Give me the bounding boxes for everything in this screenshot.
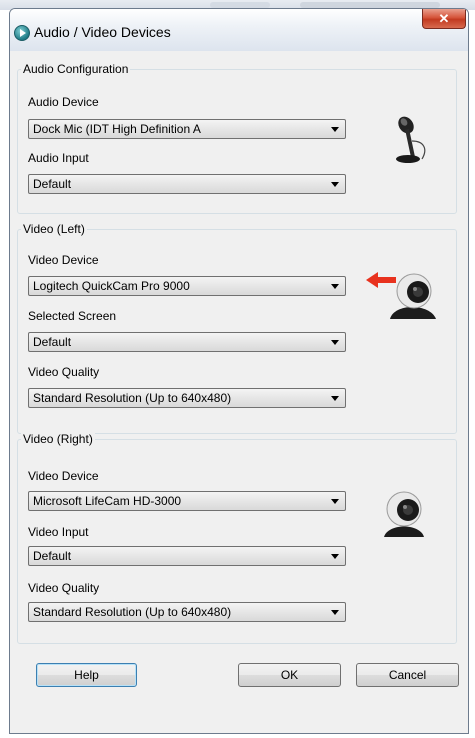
audio-device-select[interactable]: Dock Mic (IDT High Definition A xyxy=(28,119,346,139)
webcam-icon xyxy=(384,491,424,537)
audio-configuration-legend: Audio Configuration xyxy=(21,62,131,76)
selected-screen-label: Selected Screen xyxy=(28,309,117,323)
video-left-device-value: Logitech QuickCam Pro 9000 xyxy=(33,279,190,293)
audio-input-label: Audio Input xyxy=(28,151,89,165)
dropdown-arrow-icon xyxy=(331,340,339,345)
dropdown-arrow-icon xyxy=(331,610,339,615)
video-left-device-select[interactable]: Logitech QuickCam Pro 9000 xyxy=(28,276,346,296)
audio-device-label: Audio Device xyxy=(28,95,99,109)
title-bar[interactable]: Audio / Video Devices ✕ xyxy=(10,9,468,51)
help-button[interactable]: Help xyxy=(36,663,137,687)
dropdown-arrow-icon xyxy=(331,499,339,504)
microphone-icon xyxy=(396,116,426,163)
app-icon xyxy=(14,25,30,41)
window-title: Audio / Video Devices xyxy=(34,24,171,40)
video-right-quality-select[interactable]: Standard Resolution (Up to 640x480) xyxy=(28,602,346,622)
video-input-select[interactable]: Default xyxy=(28,546,346,566)
dropdown-arrow-icon xyxy=(331,182,339,187)
selected-screen-select[interactable]: Default xyxy=(28,332,346,352)
ok-button[interactable]: OK xyxy=(238,663,341,687)
audio-input-select[interactable]: Default xyxy=(28,174,346,194)
video-left-quality-value: Standard Resolution (Up to 640x480) xyxy=(33,391,232,405)
webcam-icon xyxy=(390,273,436,319)
video-left-device-label: Video Device xyxy=(28,253,99,267)
video-left-quality-label: Video Quality xyxy=(28,365,100,379)
dropdown-arrow-icon xyxy=(331,554,339,559)
dropdown-arrow-icon xyxy=(331,284,339,289)
audio-video-devices-dialog: Audio / Video Devices ✕ Audio Configurat… xyxy=(9,8,469,734)
dropdown-arrow-icon xyxy=(331,127,339,132)
selected-screen-value: Default xyxy=(33,335,72,349)
video-right-legend: Video (Right) xyxy=(21,432,95,446)
cancel-button[interactable]: Cancel xyxy=(356,663,459,687)
video-right-quality-value: Standard Resolution (Up to 640x480) xyxy=(33,605,232,619)
video-right-quality-label: Video Quality xyxy=(28,581,100,595)
video-left-quality-select[interactable]: Standard Resolution (Up to 640x480) xyxy=(28,388,346,408)
video-input-value: Default xyxy=(33,549,72,563)
audio-input-value: Default xyxy=(33,177,72,191)
dropdown-arrow-icon xyxy=(331,396,339,401)
close-button[interactable]: ✕ xyxy=(422,9,466,29)
video-right-device-value: Microsoft LifeCam HD-3000 xyxy=(33,494,182,508)
audio-device-value: Dock Mic (IDT High Definition A xyxy=(33,122,201,136)
video-right-device-select[interactable]: Microsoft LifeCam HD-3000 xyxy=(28,491,346,511)
video-left-legend: Video (Left) xyxy=(21,222,87,236)
video-right-device-label: Video Device xyxy=(28,469,99,483)
video-input-label: Video Input xyxy=(28,525,89,539)
